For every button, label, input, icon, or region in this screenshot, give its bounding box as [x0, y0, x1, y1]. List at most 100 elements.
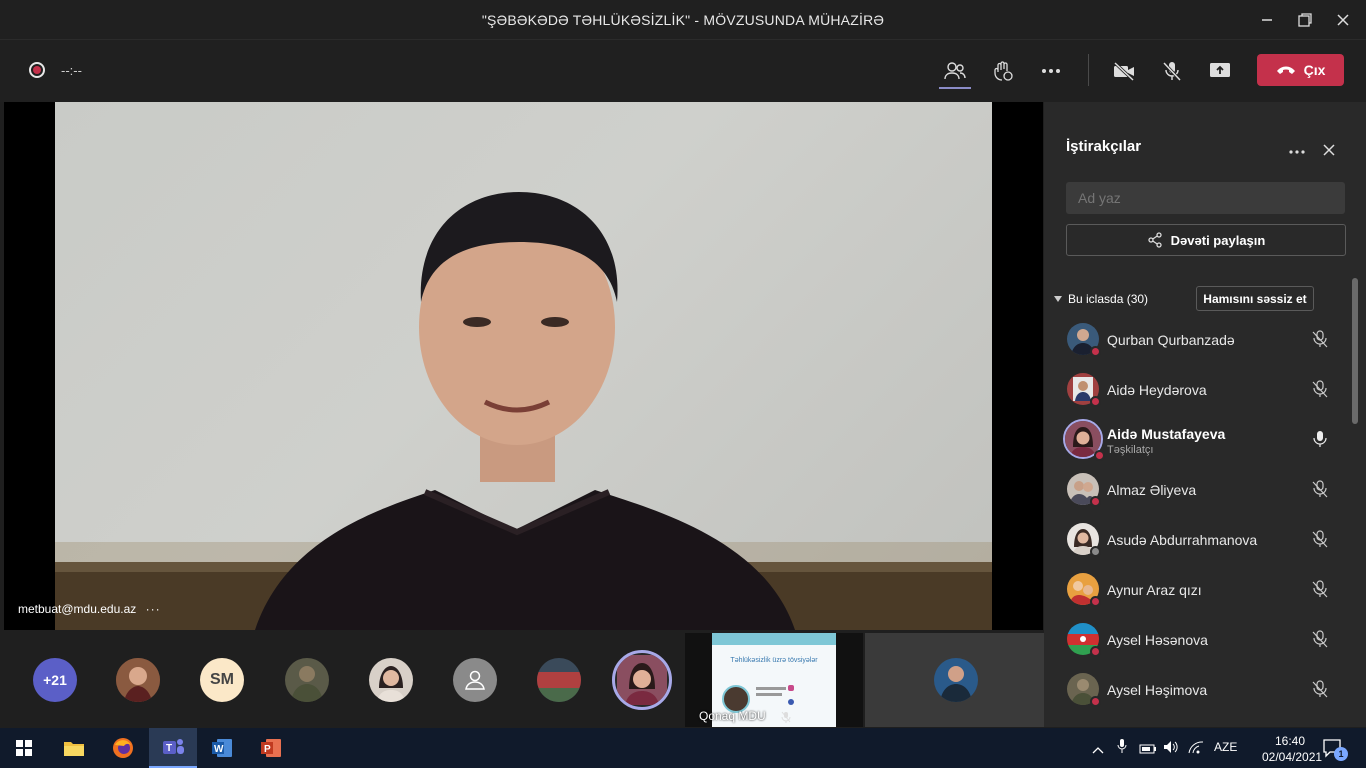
toolbar-divider: [1088, 54, 1089, 86]
leave-button[interactable]: Çıx: [1257, 54, 1344, 86]
shared-tile-name: Qonaq MDU: [699, 709, 766, 723]
overflow-count: +21: [43, 672, 67, 688]
participant-row[interactable]: Asudə Abdurrahmanova: [1044, 514, 1366, 564]
participant-name: Qurban Qurbanzadə: [1107, 332, 1235, 348]
volume-icon[interactable]: [1163, 740, 1179, 759]
mic-off-icon[interactable]: [1157, 56, 1187, 86]
svg-text:W: W: [214, 744, 224, 755]
firefox-icon[interactable]: [99, 728, 147, 768]
mic-off-icon: [1312, 530, 1328, 548]
overflow-participants-button[interactable]: +21: [33, 658, 77, 702]
close-icon[interactable]: [1331, 8, 1355, 32]
participant-name: Almaz Əliyeva: [1107, 482, 1197, 498]
svg-text:T: T: [166, 743, 172, 754]
participant-list: Qurban Qurbanzadə Aidə Heydərova Aidə Mu…: [1044, 312, 1366, 727]
panel-close-icon[interactable]: [1322, 143, 1336, 162]
camera-off-icon[interactable]: [1109, 56, 1139, 86]
in-meeting-section-header[interactable]: Bu iclasda (30): [1054, 292, 1148, 306]
participant-row[interactable]: Aysel Həşimova: [1044, 664, 1366, 714]
share-invite-button[interactable]: Dəvəti paylaşın: [1066, 224, 1346, 256]
notifications-icon[interactable]: 1: [1322, 738, 1348, 763]
participant-avatar: [1067, 523, 1101, 557]
participant-row[interactable]: Aidə Heydərova: [1044, 364, 1366, 414]
share-icon: [1148, 232, 1162, 248]
mic-off-icon: [1312, 630, 1328, 648]
participant-row[interactable]: Almaz Əliyeva: [1044, 464, 1366, 514]
raise-hand-icon[interactable]: [988, 56, 1018, 86]
wifi-icon[interactable]: [1188, 740, 1204, 759]
file-explorer-icon[interactable]: [50, 728, 98, 768]
mic-off-icon: [1312, 380, 1328, 398]
shared-content-tile[interactable]: Təhlükəsizlik üzrə tövsiyələr Qonaq MDU: [685, 633, 863, 727]
share-invite-label: Dəvəti paylaşın: [1170, 232, 1266, 248]
speaker-video: [55, 102, 992, 630]
participants-active-indicator: [939, 87, 971, 89]
participant-avatar[interactable]: [116, 658, 160, 702]
participant-name: Aysel Həşimova: [1107, 682, 1208, 698]
participant-avatar[interactable]: [537, 658, 581, 702]
participant-search-input[interactable]: [1066, 182, 1345, 214]
battery-icon[interactable]: [1139, 741, 1157, 759]
participant-avatar: [1067, 373, 1101, 407]
language-indicator[interactable]: AZE: [1214, 740, 1237, 754]
participant-row[interactable]: Aynur Araz qızı: [1044, 564, 1366, 614]
panel-scrollbar[interactable]: [1352, 278, 1358, 424]
participant-row[interactable]: Aysel Həsənova: [1044, 614, 1366, 664]
participant-avatar: [1067, 323, 1101, 357]
participant-avatar: [1067, 623, 1101, 657]
participant-avatar: [1067, 573, 1101, 607]
chevron-down-icon: [1054, 296, 1062, 302]
maximize-icon[interactable]: [1293, 8, 1317, 32]
slide-heading: Təhlükəsizlik üzrə tövsiyələr: [730, 657, 818, 664]
participant-avatar: [1063, 419, 1105, 461]
mute-all-button[interactable]: Hamısını səssiz et: [1196, 286, 1314, 311]
meeting-timer: --:--: [61, 63, 82, 78]
tray-mic-icon[interactable]: [1117, 739, 1127, 758]
participant-row[interactable]: Qurban Qurbanzadə: [1044, 314, 1366, 364]
panel-title: İştirakçılar: [1066, 138, 1142, 155]
mic-off-icon: [1312, 330, 1328, 348]
tray-chevron-up-icon[interactable]: [1092, 741, 1104, 759]
mic-off-icon: [1312, 480, 1328, 498]
share-screen-icon[interactable]: [1205, 56, 1235, 86]
participants-panel: İştirakçılar Dəvəti paylaşın Bu iclasda …: [1044, 102, 1366, 727]
mic-off-icon: [1312, 580, 1328, 598]
participant-avatar: [1067, 473, 1101, 507]
default-avatar-icon[interactable]: [453, 658, 497, 702]
teams-icon[interactable]: T: [149, 728, 197, 768]
section-label: Bu iclasda (30): [1068, 292, 1149, 306]
hang-up-icon: [1276, 66, 1295, 74]
participant-name: Aidə Mustafayeva: [1107, 426, 1226, 442]
participant-name: Aynur Araz qızı: [1107, 582, 1202, 598]
notification-badge: 1: [1334, 747, 1348, 761]
clock[interactable]: 16:40 02/04/2021: [1262, 733, 1323, 765]
clock-time: 16:40: [1274, 734, 1306, 748]
participant-name: Aysel Həsənova: [1107, 632, 1208, 648]
panel-more-icon[interactable]: [1289, 142, 1305, 160]
participant-avatar: [934, 658, 978, 702]
participant-tile[interactable]: [865, 633, 1045, 727]
active-participant-avatar[interactable]: [612, 650, 672, 710]
participant-role: Təşkilatçı: [1107, 444, 1154, 456]
participant-initials-avatar[interactable]: SM: [200, 658, 244, 702]
participant-avatar[interactable]: [369, 658, 413, 702]
speaker-name: metbuat@mdu.edu.az: [18, 602, 137, 616]
powerpoint-icon[interactable]: P: [247, 728, 295, 768]
participants-icon[interactable]: [940, 56, 970, 86]
mic-off-icon: [1312, 680, 1328, 698]
speaker-more-icon[interactable]: ···: [146, 602, 161, 616]
minimize-icon[interactable]: [1255, 8, 1279, 32]
participant-name: Aidə Heydərova: [1107, 382, 1207, 398]
participant-name: Asudə Abdurrahmanova: [1107, 532, 1258, 548]
title-bar: "ŞƏBƏKƏDƏ TƏHLÜKƏSİZLİK" - MÖVZUSUNDA MÜ…: [0, 0, 1366, 40]
word-icon[interactable]: W: [198, 728, 246, 768]
more-options-icon[interactable]: [1036, 56, 1066, 86]
participant-avatar[interactable]: [285, 658, 329, 702]
participant-row[interactable]: Aidə Mustafayeva Təşkilatçı: [1044, 414, 1366, 464]
svg-text:P: P: [264, 744, 271, 755]
windows-start-icon[interactable]: [0, 728, 48, 768]
recording-icon: [29, 62, 45, 78]
mic-off-icon: [781, 711, 791, 723]
clock-date: 02/04/2021: [1262, 750, 1323, 764]
leave-button-label: Çıx: [1303, 62, 1326, 78]
